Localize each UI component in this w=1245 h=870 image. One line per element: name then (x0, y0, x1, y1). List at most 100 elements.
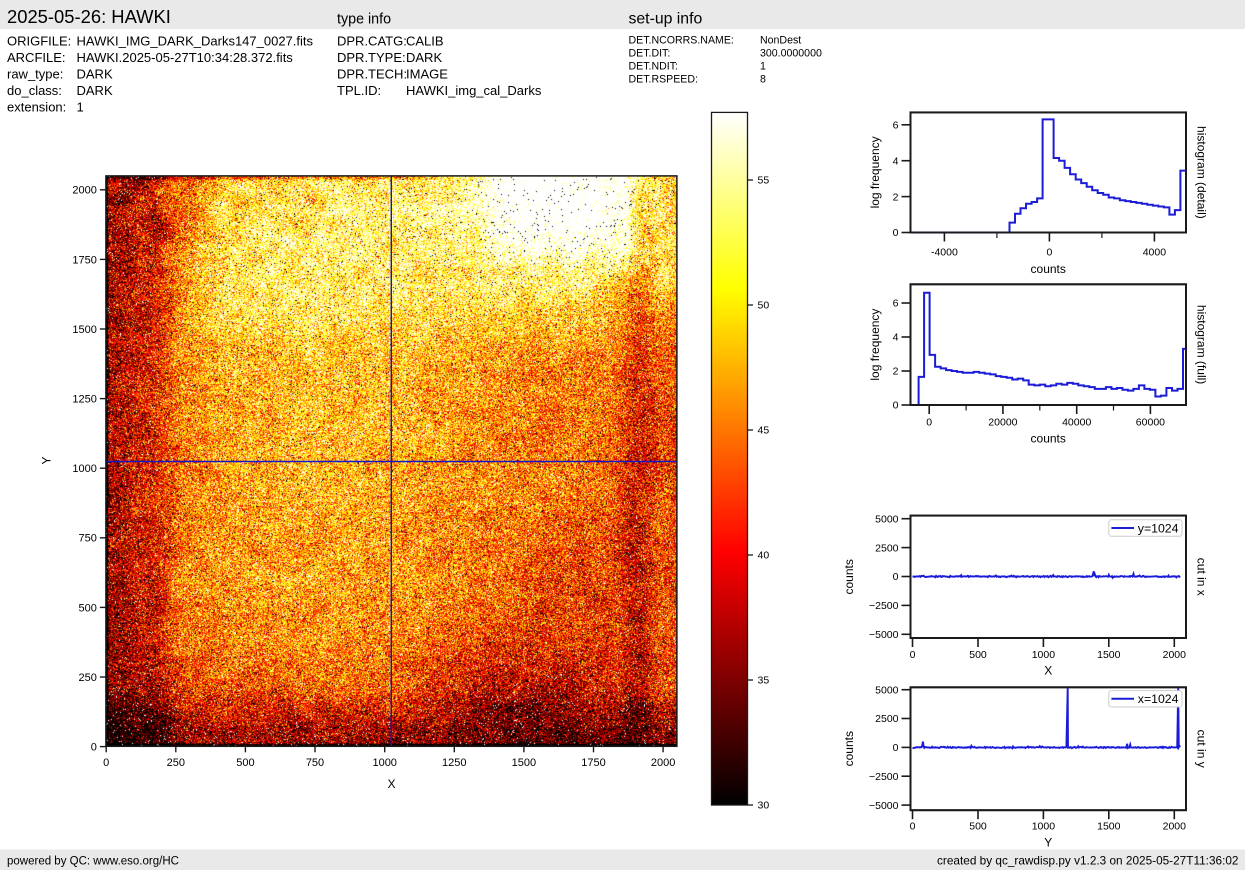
svg-text:60000: 60000 (1136, 417, 1165, 429)
svg-text:20000: 20000 (988, 417, 1017, 429)
svg-text:2000: 2000 (651, 757, 675, 769)
svg-text:2000: 2000 (1163, 821, 1187, 833)
svg-text:log frequency: log frequency (868, 136, 882, 208)
svg-text:2500: 2500 (875, 542, 899, 554)
svg-text:1750: 1750 (72, 254, 96, 266)
svg-text:0: 0 (1046, 247, 1052, 259)
svg-text:DARK: DARK (406, 50, 442, 65)
svg-text:histogram (full): histogram (full) (1195, 305, 1209, 384)
svg-text:1250: 1250 (72, 394, 96, 406)
svg-text:2025-05-26: HAWKI: 2025-05-26: HAWKI (7, 6, 171, 27)
svg-text:DPR.TECH:: DPR.TECH: (337, 67, 407, 82)
svg-text:750: 750 (79, 533, 97, 545)
svg-text:50: 50 (758, 300, 770, 312)
svg-text:extension:: extension: (7, 100, 66, 115)
svg-text:2: 2 (893, 366, 899, 378)
svg-text:HAWKI_img_cal_Darks: HAWKI_img_cal_Darks (406, 83, 542, 98)
svg-text:1000: 1000 (72, 463, 96, 475)
svg-text:X: X (387, 777, 395, 791)
svg-text:250: 250 (167, 757, 185, 769)
svg-text:0: 0 (893, 400, 899, 412)
svg-text:35: 35 (758, 675, 770, 687)
svg-text:6: 6 (893, 120, 899, 132)
svg-text:−2500: −2500 (869, 600, 899, 612)
svg-text:250: 250 (79, 672, 97, 684)
svg-text:DET.DIT:: DET.DIT: (629, 48, 671, 60)
svg-text:−5000: −5000 (869, 629, 899, 641)
svg-text:45: 45 (758, 425, 770, 437)
svg-text:0: 0 (910, 649, 916, 661)
svg-text:type info: type info (337, 12, 391, 28)
svg-text:X: X (1044, 664, 1052, 678)
svg-text:created by qc_rawdisp.py v1.2.: created by qc_rawdisp.py v1.2.3 on 2025-… (937, 854, 1238, 868)
svg-text:DPR.CATG:: DPR.CATG: (337, 34, 407, 49)
svg-text:CALIB: CALIB (406, 34, 444, 49)
svg-text:2000: 2000 (72, 185, 96, 197)
svg-text:8: 8 (760, 74, 766, 86)
svg-text:500: 500 (969, 821, 987, 833)
svg-text:1000: 1000 (1032, 821, 1056, 833)
svg-text:DPR.TYPE:: DPR.TYPE: (337, 50, 406, 65)
svg-text:DET.NCORRS.NAME:: DET.NCORRS.NAME: (629, 35, 734, 47)
svg-text:−2500: −2500 (869, 771, 899, 783)
svg-text:TPL.ID:: TPL.ID: (337, 83, 381, 98)
svg-text:-4000: -4000 (931, 247, 958, 259)
svg-text:1500: 1500 (72, 324, 96, 336)
svg-text:1000: 1000 (1032, 649, 1056, 661)
svg-text:do_class:: do_class: (7, 83, 62, 98)
svg-text:cut in x: cut in x (1195, 558, 1209, 596)
svg-text:raw_type:: raw_type: (7, 67, 63, 82)
svg-text:IMAGE: IMAGE (406, 67, 448, 82)
svg-text:2: 2 (893, 191, 899, 203)
svg-text:powered by QC: www.eso.org/HC: powered by QC: www.eso.org/HC (7, 856, 179, 868)
svg-text:counts: counts (1031, 432, 1066, 446)
svg-text:0: 0 (103, 757, 109, 769)
svg-text:1250: 1250 (442, 757, 466, 769)
svg-text:set-up info: set-up info (629, 11, 703, 28)
svg-text:0: 0 (91, 742, 97, 754)
svg-text:cut in y: cut in y (1195, 730, 1209, 768)
svg-text:histogram (detail): histogram (detail) (1195, 126, 1209, 219)
svg-text:1500: 1500 (1097, 649, 1121, 661)
svg-text:4: 4 (893, 332, 899, 344)
svg-text:HAWKI_IMG_DARK_Darks147_0027.f: HAWKI_IMG_DARK_Darks147_0027.fits (77, 34, 314, 49)
svg-text:1: 1 (760, 61, 766, 73)
svg-text:counts: counts (842, 731, 856, 766)
svg-text:1: 1 (77, 100, 84, 115)
svg-text:0: 0 (926, 417, 932, 429)
svg-text:1500: 1500 (512, 757, 536, 769)
svg-text:ARCFILE:: ARCFILE: (7, 50, 66, 65)
svg-text:2000: 2000 (1163, 649, 1187, 661)
svg-text:counts: counts (842, 559, 856, 594)
svg-text:Y: Y (1044, 836, 1052, 850)
svg-text:40000: 40000 (1062, 417, 1091, 429)
svg-text:NonDest: NonDest (760, 35, 801, 47)
svg-text:500: 500 (236, 757, 254, 769)
svg-text:1750: 1750 (581, 757, 605, 769)
svg-text:6: 6 (893, 298, 899, 310)
svg-text:0: 0 (910, 821, 916, 833)
svg-text:500: 500 (79, 602, 97, 614)
svg-text:2500: 2500 (875, 713, 899, 725)
svg-text:0: 0 (893, 742, 899, 754)
svg-text:4000: 4000 (1143, 247, 1167, 259)
svg-text:HAWKI.2025-05-27T10:34:28.372.: HAWKI.2025-05-27T10:34:28.372.fits (77, 50, 294, 65)
svg-text:30: 30 (758, 800, 770, 812)
svg-text:4: 4 (893, 155, 899, 167)
svg-text:300.0000000: 300.0000000 (760, 48, 822, 60)
svg-text:750: 750 (306, 757, 324, 769)
svg-text:5000: 5000 (875, 513, 899, 525)
svg-text:DET.NDIT:: DET.NDIT: (629, 61, 678, 73)
svg-text:y=1024: y=1024 (1138, 521, 1179, 535)
svg-text:−5000: −5000 (869, 800, 899, 812)
svg-text:ORIGFILE:: ORIGFILE: (7, 34, 71, 49)
svg-text:0: 0 (893, 227, 899, 239)
svg-text:55: 55 (758, 175, 770, 187)
svg-text:counts: counts (1031, 262, 1066, 276)
svg-text:40: 40 (758, 550, 770, 562)
svg-text:Y: Y (40, 456, 54, 464)
svg-text:log frequency: log frequency (868, 309, 882, 381)
svg-text:1500: 1500 (1097, 821, 1121, 833)
svg-text:x=1024: x=1024 (1138, 692, 1179, 706)
svg-text:DET.RSPEED:: DET.RSPEED: (629, 74, 698, 86)
